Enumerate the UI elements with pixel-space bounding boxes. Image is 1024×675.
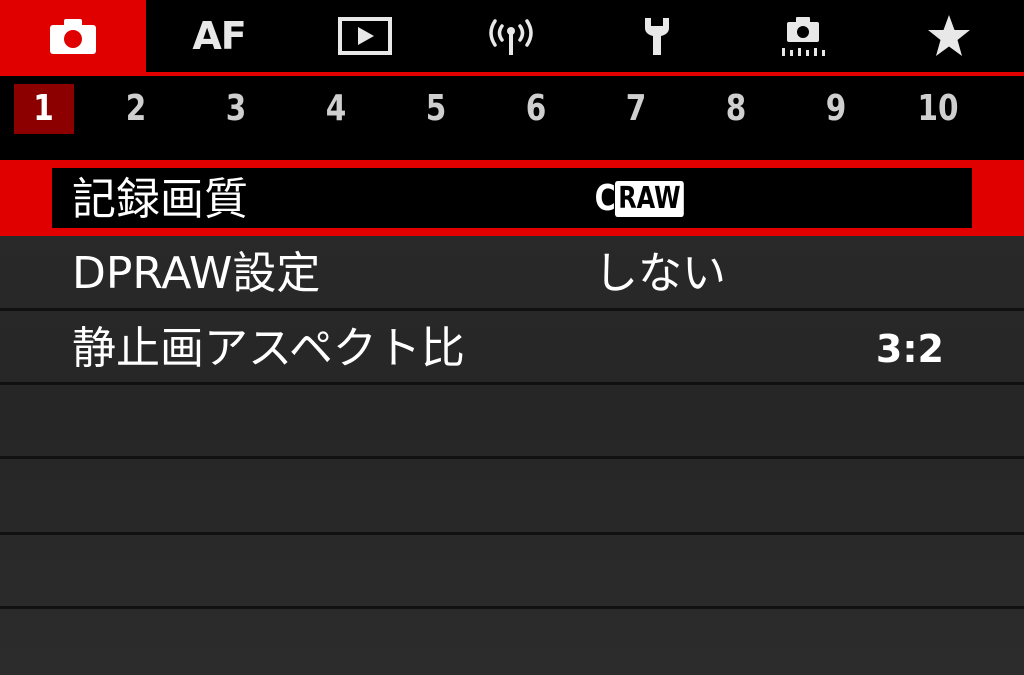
menu-item-aspect-ratio[interactable]: 静止画アスペクト比 3:2 (0, 311, 1024, 385)
menu-item-value: しない (594, 248, 726, 299)
menu-item-dpraw[interactable]: DPRAW設定 しない (0, 236, 1024, 311)
page-1[interactable]: 1 (14, 84, 74, 134)
wrench-icon (645, 18, 669, 55)
tab-af[interactable]: AF (146, 0, 292, 72)
tab-custom-functions[interactable] (730, 0, 876, 72)
page-number-row: 1 2 3 4 5 6 7 8 9 10 (0, 76, 1024, 136)
empty-row (0, 459, 1024, 535)
wireless-icon (489, 19, 533, 55)
raw-badge: RAW (615, 181, 685, 217)
playback-icon (338, 17, 392, 55)
menu-item-image-quality[interactable]: 記録画質 C RAW (0, 160, 1024, 236)
empty-row (0, 609, 1024, 675)
header-spacer (0, 136, 1024, 160)
craw-prefix: C (594, 178, 616, 219)
empty-row (0, 535, 1024, 609)
page-10[interactable]: 10 (912, 84, 964, 134)
page-3[interactable]: 3 (218, 84, 254, 134)
menu-item-label: 記録画質 (72, 174, 248, 225)
page-7[interactable]: 7 (618, 84, 654, 134)
tab-wireless[interactable] (438, 0, 584, 72)
tab-playback[interactable] (292, 0, 438, 72)
tab-my-menu[interactable] (876, 0, 1022, 72)
menu-item-label: 静止画アスペクト比 (72, 323, 465, 374)
tab-setup[interactable] (584, 0, 730, 72)
menu-item-value: 3:2 (875, 327, 944, 371)
page-8[interactable]: 8 (718, 84, 754, 134)
custom-functions-icon (782, 17, 825, 56)
page-5[interactable]: 5 (418, 84, 454, 134)
page-1-label: 1 (33, 88, 55, 129)
star-icon (928, 15, 970, 56)
page-4[interactable]: 4 (318, 84, 354, 134)
camera-menu-screen: AF 1 2 3 4 5 6 7 8 9 10 記録画質 C RAW DPRAW… (0, 0, 1024, 675)
page-2[interactable]: 2 (118, 84, 154, 134)
page-9[interactable]: 9 (818, 84, 854, 134)
camera-icon (50, 19, 96, 54)
page-6[interactable]: 6 (518, 84, 554, 134)
menu-list: 記録画質 C RAW DPRAW設定 しない 静止画アスペクト比 3:2 (0, 160, 1024, 675)
menu-category-tabs: AF (0, 0, 1024, 72)
tab-af-label: AF (192, 14, 246, 58)
craw-value: C RAW (592, 180, 701, 218)
menu-item-label: DPRAW設定 (72, 248, 321, 299)
tab-shooting[interactable] (0, 0, 146, 72)
empty-row (0, 385, 1024, 459)
